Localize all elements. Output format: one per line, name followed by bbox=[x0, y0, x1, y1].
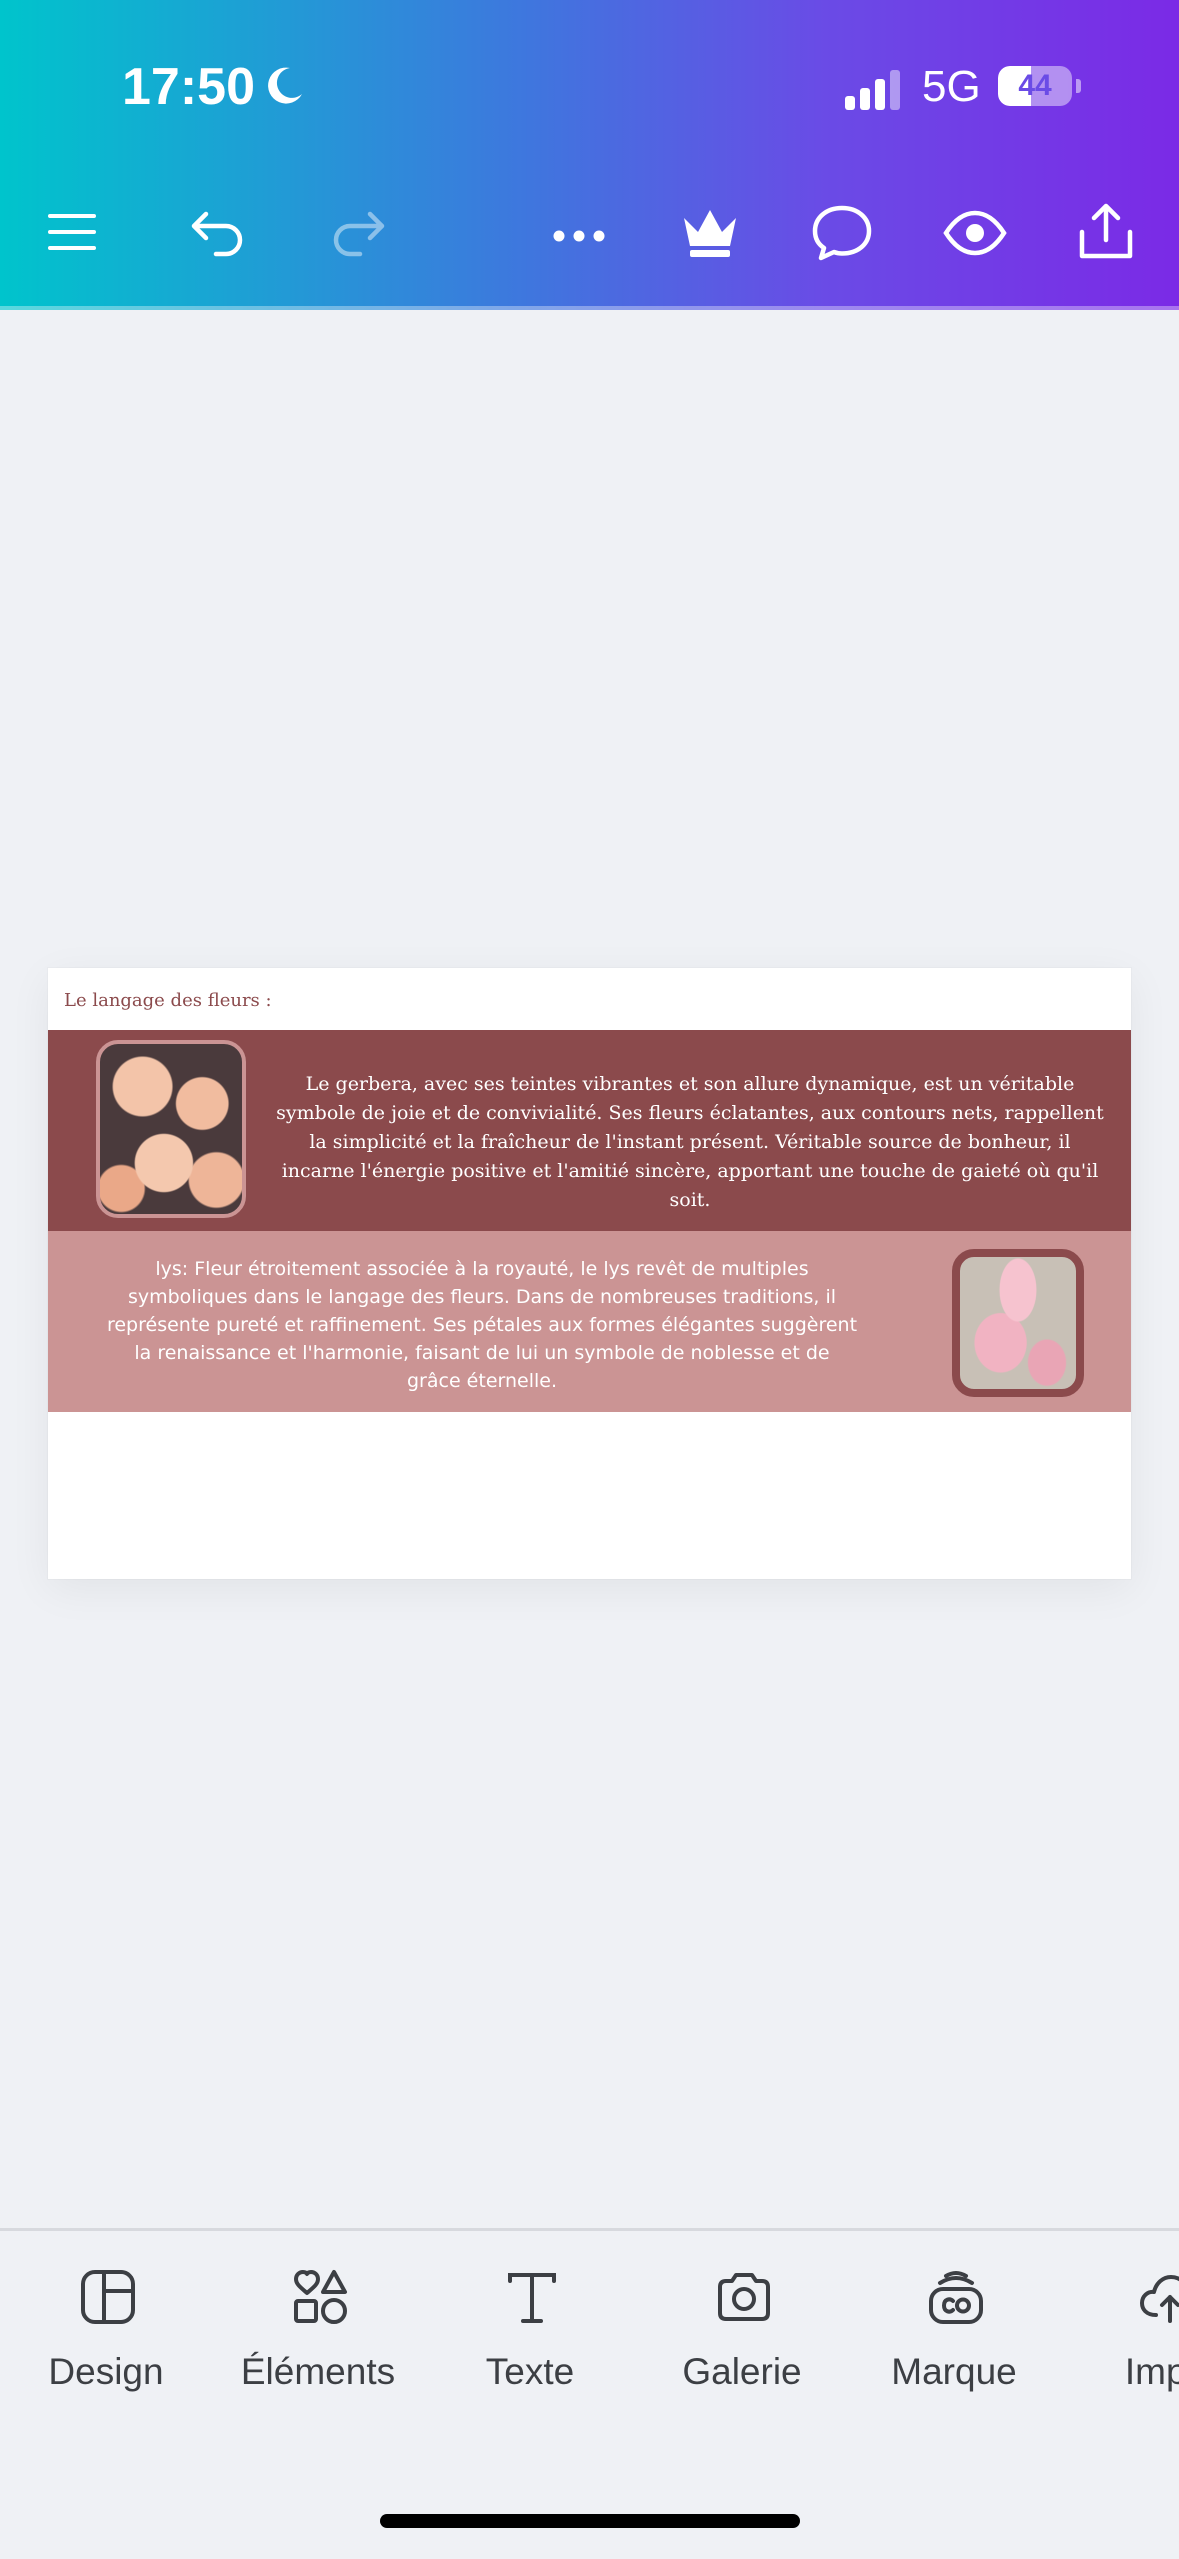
brand-icon bbox=[926, 2267, 986, 2327]
nav-label: Éléments bbox=[240, 2351, 396, 2392]
more-icon[interactable] bbox=[547, 200, 611, 264]
nav-import[interactable]: Impo bbox=[1066, 2267, 1179, 2427]
signal-icon bbox=[845, 70, 900, 110]
page-title[interactable]: Le langage des fleurs : bbox=[64, 990, 272, 1011]
gerbera-photo[interactable] bbox=[96, 1040, 246, 1218]
nav-gallery[interactable]: Galerie bbox=[642, 2267, 842, 2427]
lys-photo[interactable] bbox=[952, 1249, 1084, 1397]
share-icon[interactable] bbox=[1074, 200, 1138, 264]
battery-icon: 44 bbox=[998, 66, 1082, 106]
design-page[interactable]: Le langage des fleurs : Le gerbera, avec… bbox=[48, 968, 1131, 1579]
nav-label: Impo bbox=[1124, 2351, 1179, 2392]
top-bar: 17:50 5G 44 bbox=[0, 0, 1179, 310]
nav-label: Texte bbox=[485, 2351, 575, 2392]
cloud-upload-icon bbox=[1138, 2267, 1179, 2327]
text-icon bbox=[502, 2267, 562, 2327]
nav-brand[interactable]: Marque bbox=[854, 2267, 1054, 2427]
nav-text[interactable]: Texte bbox=[430, 2267, 630, 2427]
gerbera-section[interactable]: Le gerbera, avec ses teintes vibrantes e… bbox=[48, 1030, 1131, 1231]
nav-label: Design bbox=[48, 2351, 164, 2392]
gerbera-text[interactable]: Le gerbera, avec ses teintes vibrantes e… bbox=[270, 1070, 1110, 1215]
undo-icon[interactable] bbox=[186, 200, 250, 264]
layout-icon bbox=[78, 2267, 138, 2327]
crown-icon[interactable] bbox=[678, 200, 742, 264]
status-time: 17:50 bbox=[122, 58, 255, 116]
menu-icon[interactable] bbox=[40, 200, 104, 264]
camera-icon bbox=[714, 2267, 774, 2327]
nav-elements[interactable]: Éléments bbox=[218, 2267, 418, 2427]
moon-icon bbox=[268, 67, 302, 104]
eye-icon[interactable] bbox=[943, 200, 1007, 264]
home-indicator[interactable] bbox=[380, 2514, 800, 2528]
comment-icon[interactable] bbox=[810, 200, 874, 264]
shapes-icon bbox=[290, 2267, 350, 2327]
lys-text[interactable]: lys: Fleur étroitement associée à la roy… bbox=[106, 1255, 858, 1395]
nav-label: Galerie bbox=[682, 2351, 802, 2392]
network-label: 5G bbox=[922, 62, 981, 111]
lys-section[interactable]: lys: Fleur étroitement associée à la roy… bbox=[48, 1231, 1131, 1412]
battery-percent: 44 bbox=[1018, 69, 1052, 102]
nav-design[interactable]: Design bbox=[6, 2267, 206, 2427]
redo-icon[interactable] bbox=[326, 200, 390, 264]
bottom-toolbar: Design Éléments Texte Galerie Marque Imp… bbox=[0, 2228, 1179, 2559]
nav-label: Marque bbox=[891, 2351, 1017, 2392]
